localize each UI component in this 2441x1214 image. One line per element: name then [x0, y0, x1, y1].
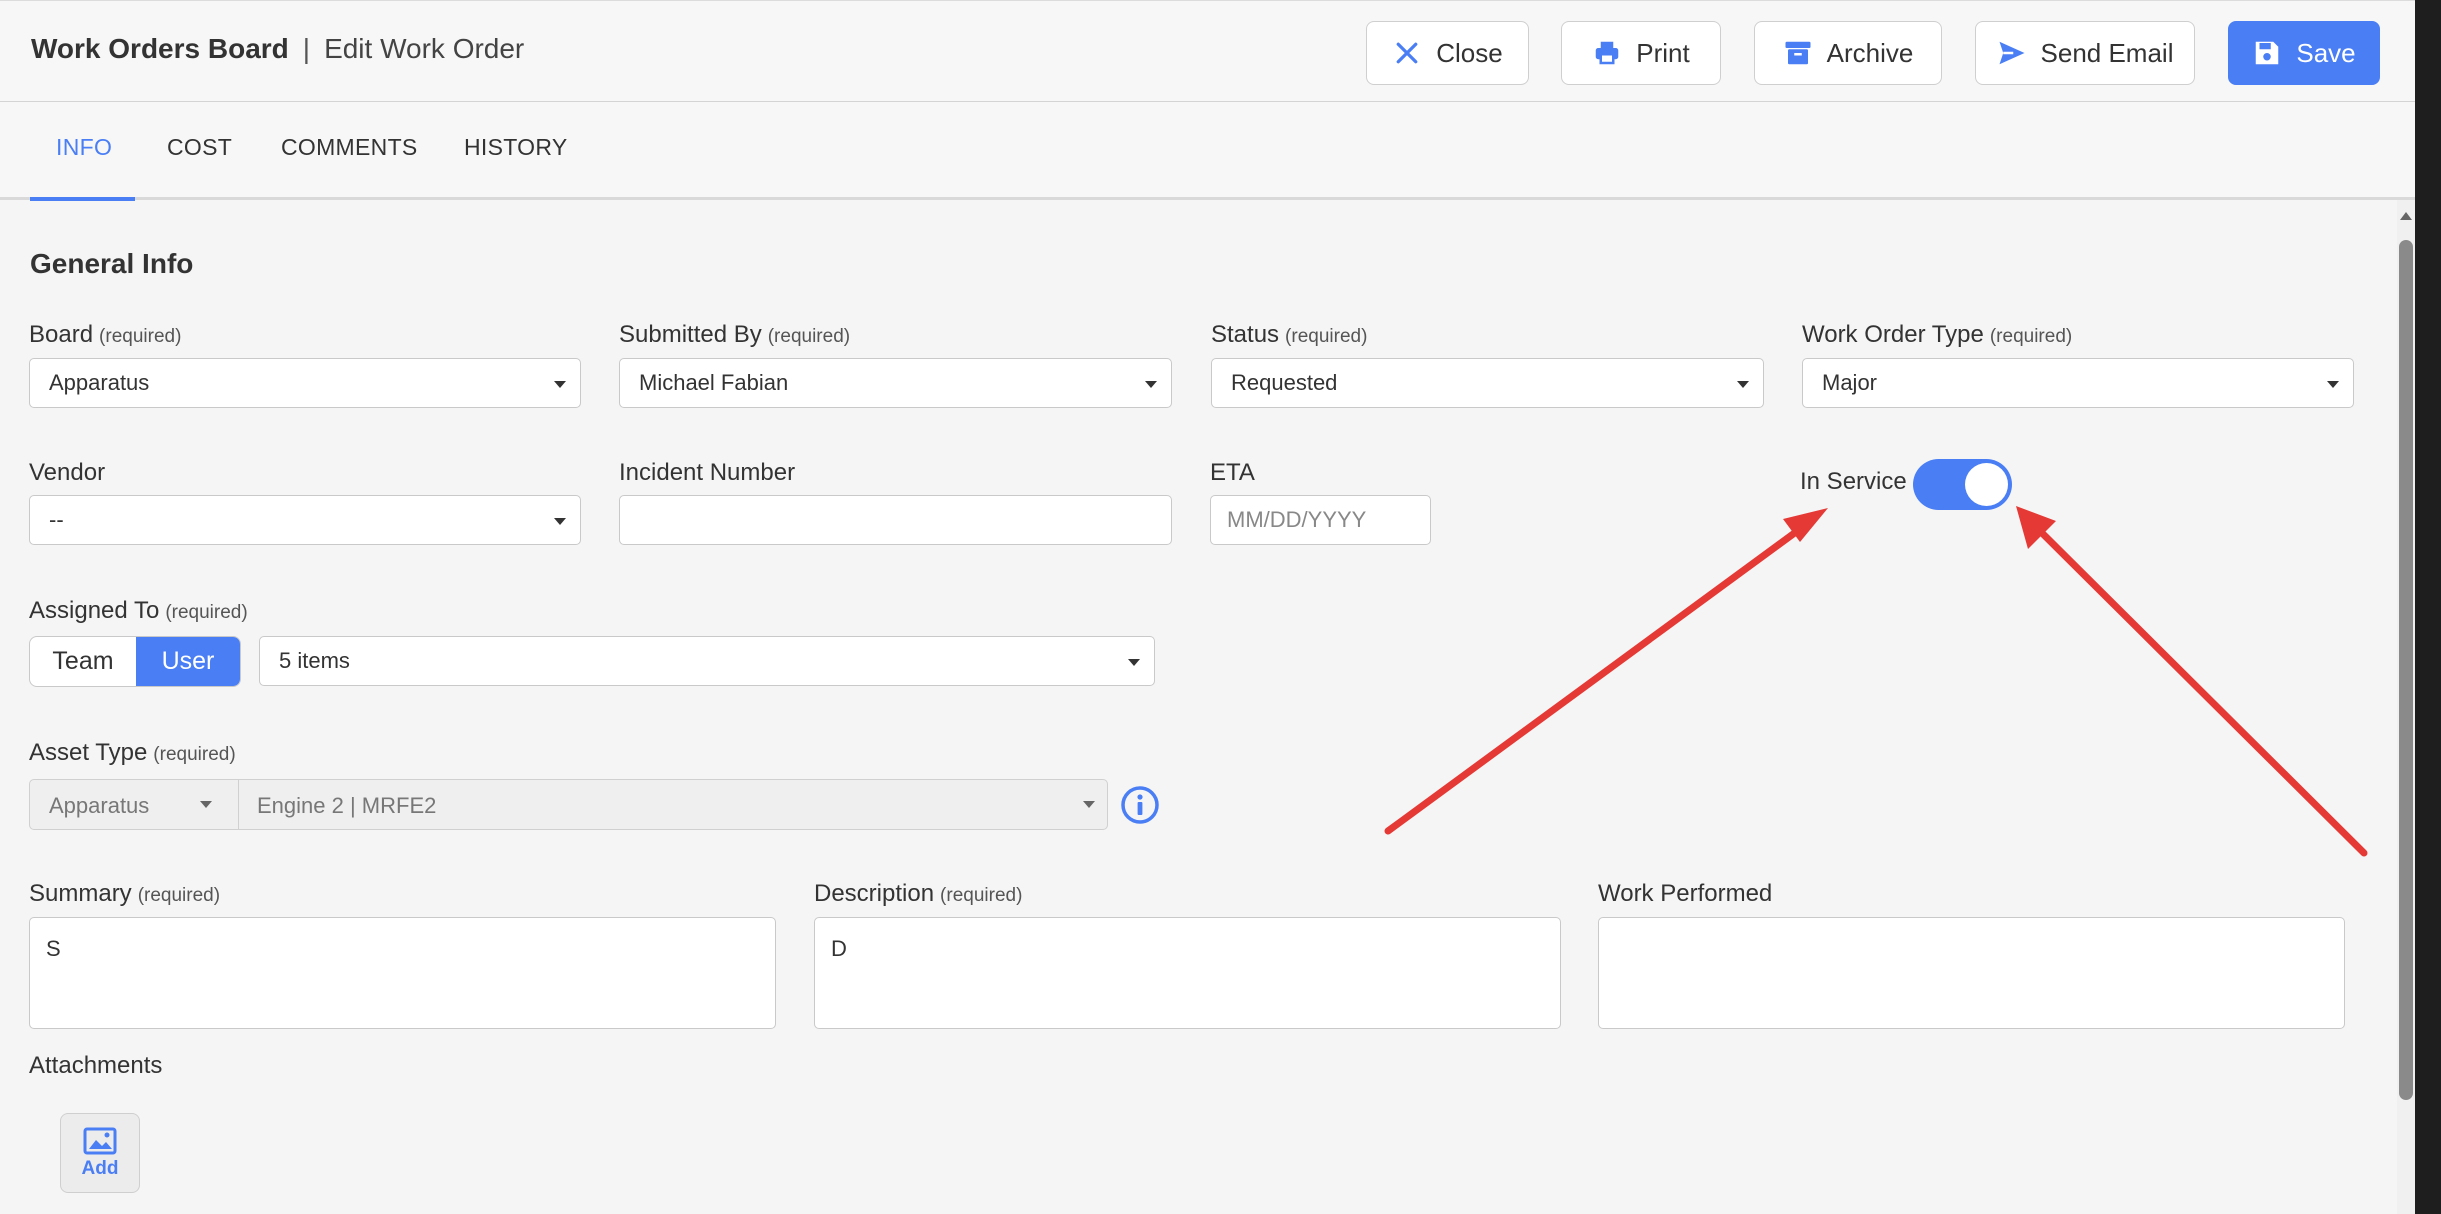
tab-comments[interactable]: COMMENTS	[281, 134, 418, 161]
summary-label: Summary (required)	[29, 880, 221, 907]
archive-button-label: Archive	[1826, 37, 1914, 68]
tab-cost[interactable]: COST	[167, 134, 232, 161]
archive-icon	[1785, 41, 1811, 65]
assigned-to-label: Assigned To (required)	[29, 597, 248, 624]
chevron-down-icon	[554, 381, 566, 388]
assigned-to-select[interactable]: 5 items	[259, 636, 1155, 686]
submitted-by-select[interactable]: Michael Fabian	[619, 358, 1172, 408]
page-subtitle: Edit Work Order	[324, 33, 525, 64]
save-icon	[2256, 41, 2279, 65]
chevron-down-icon	[2327, 381, 2339, 388]
close-icon	[1396, 42, 1418, 64]
status-label: Status (required)	[1211, 321, 1368, 348]
work-order-type-value: Major	[1822, 370, 1878, 395]
vendor-label: Vendor	[29, 459, 106, 486]
chevron-down-icon	[554, 518, 566, 525]
work-performed-textarea[interactable]	[1598, 917, 2345, 1029]
tab-history[interactable]: HISTORY	[464, 134, 568, 161]
status-select[interactable]: Requested	[1211, 358, 1764, 408]
close-button[interactable]: Close	[1366, 21, 1529, 85]
description-label: Description (required)	[814, 880, 1023, 907]
chevron-down-icon	[1145, 381, 1157, 388]
incident-number-input[interactable]	[619, 495, 1172, 545]
eta-label: ETA	[1210, 459, 1255, 486]
printer-icon	[1596, 41, 1619, 65]
tab-bar: INFO COST COMMENTS HISTORY	[0, 102, 2420, 201]
board-title: Work Orders Board	[31, 33, 289, 64]
work-order-type-select[interactable]: Major	[1802, 358, 2354, 408]
asset-select-divider	[238, 780, 239, 829]
in-service-label: In Service	[1800, 468, 1907, 495]
assign-mode-toggle: Team User	[29, 636, 241, 687]
status-value: Requested	[1231, 370, 1338, 395]
add-attachment-button[interactable]: Add	[60, 1113, 140, 1193]
window-edge	[2415, 0, 2441, 1214]
attachments-label: Attachments	[29, 1052, 163, 1079]
asset-value: Engine 2 | MRFE2	[257, 793, 437, 818]
toggle-knob	[1965, 463, 2008, 506]
title-separator: |	[302, 33, 311, 64]
description-textarea[interactable]: D	[814, 917, 1561, 1029]
assign-user-option[interactable]: User	[136, 637, 240, 686]
save-button-label: Save	[2296, 37, 2356, 68]
save-button[interactable]: Save	[2228, 21, 2380, 85]
submitted-by-label: Submitted By (required)	[619, 321, 851, 348]
content-scrollbar[interactable]	[2397, 200, 2415, 1214]
print-button[interactable]: Print	[1561, 21, 1721, 85]
send-email-button[interactable]: Send Email	[1975, 21, 2195, 85]
send-email-button-label: Send Email	[2040, 37, 2174, 68]
summary-textarea[interactable]: S	[29, 917, 776, 1029]
chevron-down-icon	[1737, 381, 1749, 388]
assign-team-option[interactable]: Team	[30, 637, 136, 686]
section-title: General Info	[30, 248, 194, 279]
in-service-toggle[interactable]	[1913, 459, 2012, 510]
chevron-down-icon	[1083, 801, 1095, 808]
send-icon	[1999, 41, 2025, 65]
close-button-label: Close	[1436, 37, 1503, 68]
vendor-value: --	[49, 507, 64, 532]
add-attachment-label: Add	[81, 1157, 119, 1179]
board-label: Board (required)	[29, 321, 182, 348]
print-button-label: Print	[1636, 37, 1690, 68]
assigned-to-value: 5 items	[279, 648, 350, 673]
asset-category-value: Apparatus	[49, 793, 150, 818]
work-order-type-label: Work Order Type (required)	[1802, 321, 2073, 348]
chevron-down-icon	[200, 801, 212, 808]
submitted-by-value: Michael Fabian	[639, 370, 789, 395]
archive-button[interactable]: Archive	[1754, 21, 1942, 85]
active-tab-indicator	[30, 197, 135, 201]
image-icon	[83, 1127, 117, 1154]
board-select[interactable]: Apparatus	[29, 358, 581, 408]
asset-type-select[interactable]: Apparatus Engine 2 | MRFE2	[29, 779, 1108, 830]
tab-info[interactable]: INFO	[56, 134, 112, 161]
work-performed-label: Work Performed	[1598, 880, 1773, 907]
info-icon[interactable]	[1120, 785, 1160, 825]
scrollbar-thumb[interactable]	[2399, 240, 2413, 1100]
board-value: Apparatus	[49, 370, 150, 395]
asset-type-label: Asset Type (required)	[29, 739, 236, 766]
vendor-select[interactable]: --	[29, 495, 581, 545]
page-title: Work Orders Board | Edit Work Order	[31, 33, 524, 65]
general-info-form: General Info Board (required) Apparatus S…	[0, 203, 2412, 1214]
incident-number-label: Incident Number	[619, 459, 796, 486]
eta-date-input[interactable]: MM/DD/YYYY	[1210, 495, 1431, 545]
page-header: Work Orders Board | Edit Work Order Close …	[0, 0, 2420, 102]
scroll-up-arrow-icon[interactable]	[2400, 212, 2412, 220]
chevron-down-icon	[1128, 659, 1140, 666]
